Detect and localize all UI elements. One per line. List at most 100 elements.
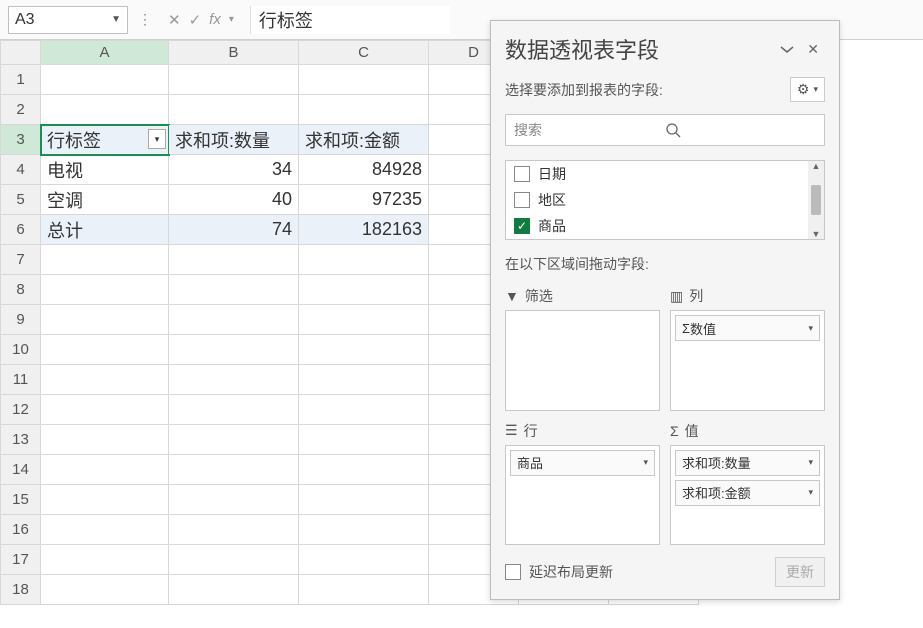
rows-box[interactable]: 商品▾: [505, 445, 660, 546]
cell-C9[interactable]: [299, 305, 429, 335]
row-header-18[interactable]: 18: [1, 575, 41, 605]
scroll-up-icon[interactable]: ▲: [812, 161, 821, 171]
row-header-12[interactable]: 12: [1, 395, 41, 425]
cell-A1[interactable]: [41, 65, 169, 95]
collapse-icon[interactable]: [773, 37, 801, 61]
scroll-down-icon[interactable]: ▼: [812, 229, 821, 239]
select-all-corner[interactable]: [1, 41, 41, 65]
row-header-14[interactable]: 14: [1, 455, 41, 485]
formula-input[interactable]: 行标签: [250, 6, 450, 34]
cell-B18[interactable]: [169, 575, 299, 605]
cell-B2[interactable]: [169, 95, 299, 125]
scrollbar[interactable]: ▲ ▼: [808, 161, 824, 239]
chevron-down-icon[interactable]: ▾: [229, 14, 234, 25]
cell-C12[interactable]: [299, 395, 429, 425]
defer-checkbox[interactable]: [505, 564, 521, 580]
pill-数值[interactable]: Σ 数值▾: [675, 315, 820, 341]
cell-A6[interactable]: 总计: [41, 215, 169, 245]
row-header-8[interactable]: 8: [1, 275, 41, 305]
cell-B12[interactable]: [169, 395, 299, 425]
cell-B4[interactable]: 34: [169, 155, 299, 185]
values-area[interactable]: Σ值 求和项:数量▾求和项:金额▾: [670, 417, 825, 546]
field-row-商品[interactable]: ✓商品: [506, 213, 824, 239]
row-header-4[interactable]: 4: [1, 155, 41, 185]
cell-A7[interactable]: [41, 245, 169, 275]
row-header-1[interactable]: 1: [1, 65, 41, 95]
tools-button[interactable]: ⚙ ▾: [790, 77, 825, 102]
cell-C15[interactable]: [299, 485, 429, 515]
cell-C16[interactable]: [299, 515, 429, 545]
cell-A3[interactable]: 行标签▾: [41, 125, 169, 155]
row-header-9[interactable]: 9: [1, 305, 41, 335]
row-header-13[interactable]: 13: [1, 425, 41, 455]
cell-B15[interactable]: [169, 485, 299, 515]
row-header-7[interactable]: 7: [1, 245, 41, 275]
cell-C17[interactable]: [299, 545, 429, 575]
chevron-down-icon[interactable]: ▾: [808, 457, 813, 468]
cell-A14[interactable]: [41, 455, 169, 485]
cell-B1[interactable]: [169, 65, 299, 95]
row-header-11[interactable]: 11: [1, 365, 41, 395]
cell-C5[interactable]: 97235: [299, 185, 429, 215]
cell-A11[interactable]: [41, 365, 169, 395]
row-header-16[interactable]: 16: [1, 515, 41, 545]
cell-C4[interactable]: 84928: [299, 155, 429, 185]
field-row-地区[interactable]: 地区: [506, 187, 824, 213]
cell-C11[interactable]: [299, 365, 429, 395]
cell-B3[interactable]: 求和项:数量: [169, 125, 299, 155]
cell-B11[interactable]: [169, 365, 299, 395]
chevron-down-icon[interactable]: ▾: [808, 323, 813, 334]
cell-B17[interactable]: [169, 545, 299, 575]
cell-B8[interactable]: [169, 275, 299, 305]
name-box[interactable]: A3 ▼: [8, 6, 128, 34]
cell-C3[interactable]: 求和项:金额: [299, 125, 429, 155]
row-header-15[interactable]: 15: [1, 485, 41, 515]
chevron-down-icon[interactable]: ▾: [808, 487, 813, 498]
row-header-2[interactable]: 2: [1, 95, 41, 125]
cell-A15[interactable]: [41, 485, 169, 515]
columns-area[interactable]: ▥列 Σ 数值▾: [670, 282, 825, 411]
cell-C7[interactable]: [299, 245, 429, 275]
field-row-日期[interactable]: 日期: [506, 161, 824, 187]
cell-B13[interactable]: [169, 425, 299, 455]
search-input[interactable]: 搜索: [505, 114, 825, 146]
pill-求和项:数量[interactable]: 求和项:数量▾: [675, 450, 820, 476]
fx-icon[interactable]: fx: [209, 11, 221, 28]
field-checkbox[interactable]: [514, 166, 530, 182]
cell-B10[interactable]: [169, 335, 299, 365]
row-header-10[interactable]: 10: [1, 335, 41, 365]
col-header-C[interactable]: C: [299, 41, 429, 65]
cell-A12[interactable]: [41, 395, 169, 425]
cell-B16[interactable]: [169, 515, 299, 545]
cell-B9[interactable]: [169, 305, 299, 335]
cell-A16[interactable]: [41, 515, 169, 545]
cell-A10[interactable]: [41, 335, 169, 365]
filter-dropdown[interactable]: ▾: [148, 129, 166, 149]
col-header-B[interactable]: B: [169, 41, 299, 65]
rows-area[interactable]: ☰行 商品▾: [505, 417, 660, 546]
cell-C18[interactable]: [299, 575, 429, 605]
row-header-3[interactable]: 3: [1, 125, 41, 155]
cell-C10[interactable]: [299, 335, 429, 365]
cell-A8[interactable]: [41, 275, 169, 305]
cell-B7[interactable]: [169, 245, 299, 275]
col-header-A[interactable]: A: [41, 41, 169, 65]
cell-A9[interactable]: [41, 305, 169, 335]
cell-A4[interactable]: 电视: [41, 155, 169, 185]
chevron-down-icon[interactable]: ▾: [643, 457, 648, 468]
cell-C2[interactable]: [299, 95, 429, 125]
cell-A2[interactable]: [41, 95, 169, 125]
columns-box[interactable]: Σ 数值▾: [670, 310, 825, 411]
enter-icon[interactable]: ✓: [189, 11, 202, 29]
field-list[interactable]: 日期地区✓商品 ▲ ▼: [505, 160, 825, 240]
row-header-6[interactable]: 6: [1, 215, 41, 245]
cell-A18[interactable]: [41, 575, 169, 605]
filter-box[interactable]: [505, 310, 660, 411]
cell-B5[interactable]: 40: [169, 185, 299, 215]
filter-area[interactable]: ▼筛选: [505, 282, 660, 411]
pill-求和项:金额[interactable]: 求和项:金额▾: [675, 480, 820, 506]
cell-C14[interactable]: [299, 455, 429, 485]
row-header-5[interactable]: 5: [1, 185, 41, 215]
chevron-down-icon[interactable]: ▼: [111, 14, 121, 25]
cell-C13[interactable]: [299, 425, 429, 455]
